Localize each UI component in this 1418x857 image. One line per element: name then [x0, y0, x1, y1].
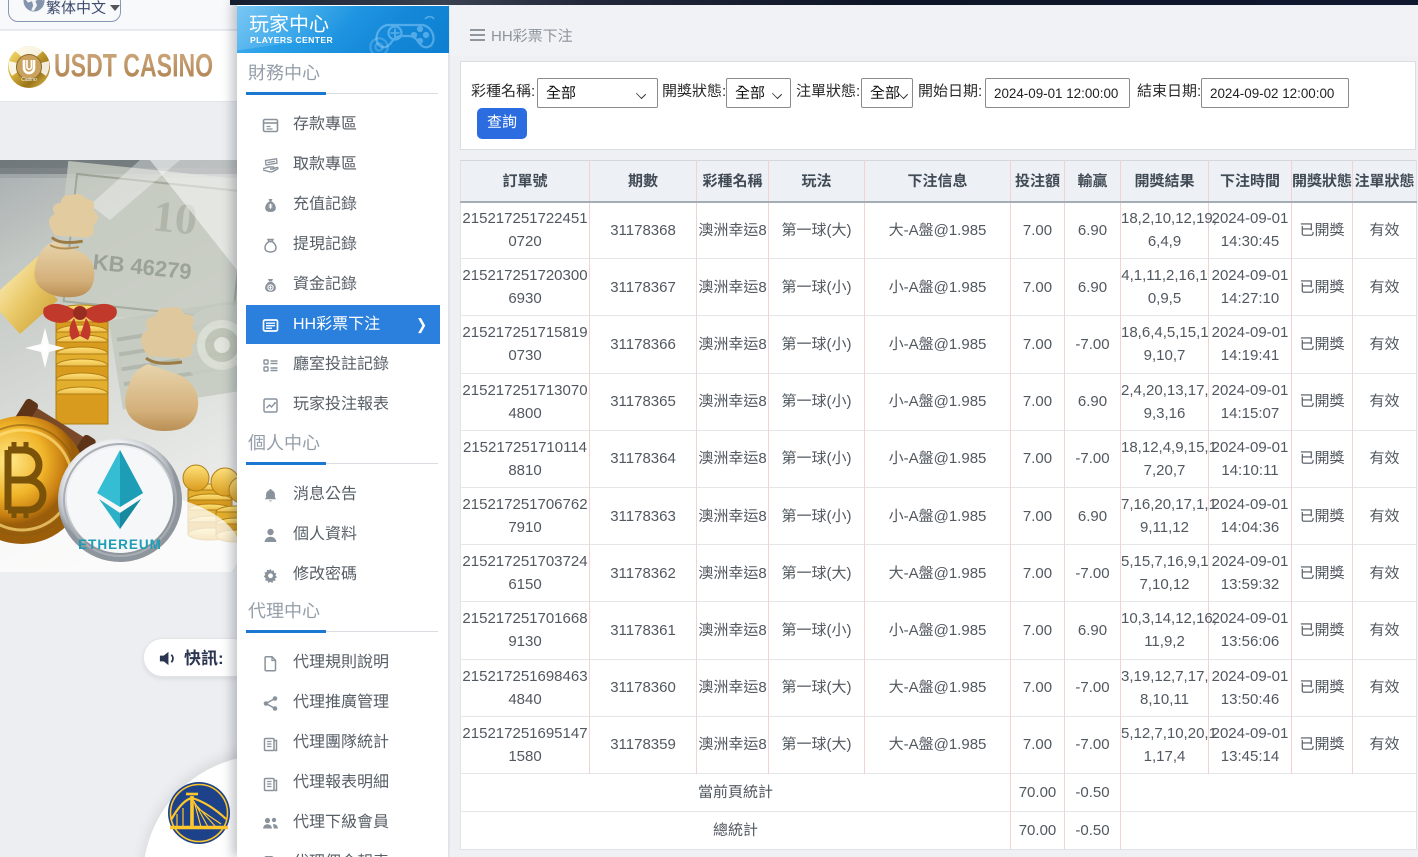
svg-text:ETHEREUM: ETHEREUM [78, 537, 162, 552]
svg-text:Casino: Casino [21, 77, 37, 83]
